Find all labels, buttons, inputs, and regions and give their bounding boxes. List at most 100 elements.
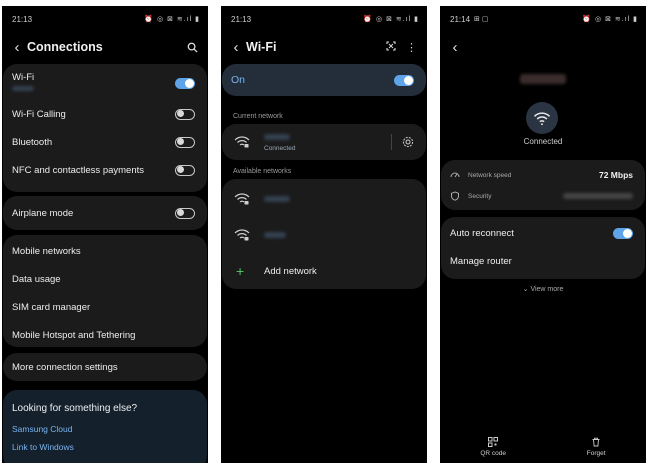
forget-button[interactable]: Forget bbox=[587, 437, 606, 457]
wifi-on-label: On bbox=[231, 74, 246, 86]
bluetooth-toggle[interactable] bbox=[175, 136, 195, 148]
manage-router-row[interactable]: Manage router bbox=[450, 253, 633, 269]
current-network-name-blurred bbox=[264, 134, 290, 140]
status-notif-icons: ⊞ ▢ bbox=[474, 16, 489, 23]
wifi-master-toggle[interactable] bbox=[394, 74, 414, 86]
status-bar: 21:13 ⏰ ◎ ⊠ ≋.ıl ▮ bbox=[231, 13, 419, 25]
data-usage-row[interactable]: Data usage bbox=[12, 271, 195, 287]
wireless-group: Wi-Fi Wi-Fi Calling Bluetooth NFC and co… bbox=[3, 64, 207, 192]
auto-reconnect-toggle[interactable] bbox=[613, 227, 633, 239]
trash-icon bbox=[592, 437, 600, 447]
qr-code-button[interactable]: QR code bbox=[480, 437, 506, 457]
back-arrow-icon[interactable]: ‹ bbox=[10, 39, 24, 56]
wifi-screen: 21:13 ⏰ ◎ ⊠ ≋.ıl ▮ ‹ Wi-Fi ⋮ On Current … bbox=[221, 6, 427, 463]
wifi-master-row[interactable]: On bbox=[231, 72, 414, 88]
airplane-group: Airplane mode bbox=[3, 196, 207, 230]
data-usage-label: Data usage bbox=[12, 273, 61, 285]
wifi-calling-row[interactable]: Wi-Fi Calling bbox=[12, 106, 195, 122]
available-network-row[interactable] bbox=[234, 225, 414, 245]
wifi-row[interactable]: Wi-Fi bbox=[12, 72, 195, 94]
samsung-cloud-link[interactable]: Samsung Cloud bbox=[12, 424, 72, 434]
header: ‹ Wi-Fi ⋮ bbox=[221, 36, 427, 58]
shield-icon bbox=[451, 191, 459, 201]
status-bar: 21:14 ⊞ ▢ ⏰ ◎ ⊠ ≋.ıl ▮ bbox=[450, 13, 638, 25]
wifi-secured-icon bbox=[234, 136, 250, 148]
mobile-networks-row[interactable]: Mobile networks bbox=[12, 243, 195, 259]
sim-manager-row[interactable]: SIM card manager bbox=[12, 299, 195, 315]
auto-reconnect-label: Auto reconnect bbox=[450, 227, 514, 239]
auto-reconnect-row[interactable]: Auto reconnect bbox=[450, 225, 633, 241]
status-icons: ⏰ ◎ ⊠ ≋.ıl ▮ bbox=[363, 16, 419, 23]
manage-router-label: Manage router bbox=[450, 255, 512, 267]
header: ‹ Connections bbox=[2, 36, 208, 58]
wifi-calling-toggle[interactable] bbox=[175, 108, 195, 120]
airplane-row[interactable]: Airplane mode bbox=[12, 205, 195, 221]
scan-qr-icon[interactable] bbox=[386, 40, 396, 54]
qr-code-icon bbox=[488, 437, 499, 447]
current-network-row[interactable]: Connected bbox=[234, 130, 414, 154]
status-time: 21:14 bbox=[450, 14, 471, 24]
wifi-network-name-blurred bbox=[12, 86, 34, 91]
search-icon[interactable] bbox=[187, 42, 198, 53]
status-time: 21:13 bbox=[12, 14, 33, 24]
network-speed-label: Network speed bbox=[468, 171, 512, 179]
suggestions-card: Looking for something else? Samsung Clou… bbox=[3, 390, 207, 463]
available-network-name-blurred bbox=[264, 232, 286, 238]
divider bbox=[391, 134, 392, 150]
hotspot-row[interactable]: Mobile Hotspot and Tethering bbox=[12, 327, 195, 343]
wifi-secured-icon bbox=[234, 229, 250, 241]
network-info-card: Network speed 72 Mbps Security bbox=[441, 160, 645, 210]
available-network-name-blurred bbox=[264, 196, 290, 202]
network-speed-row: Network speed 72 Mbps bbox=[450, 168, 633, 182]
hotspot-label: Mobile Hotspot and Tethering bbox=[12, 329, 136, 341]
more-settings-group: More connection settings bbox=[3, 353, 207, 381]
connected-status: Connected bbox=[523, 137, 563, 146]
network-details-screen: 21:14 ⊞ ▢ ⏰ ◎ ⊠ ≋.ıl ▮ ‹ Connected Netwo… bbox=[440, 6, 646, 463]
sim-manager-label: SIM card manager bbox=[12, 301, 91, 313]
network-settings-gear-icon[interactable] bbox=[402, 136, 414, 148]
back-arrow-icon[interactable]: ‹ bbox=[229, 39, 243, 56]
add-network-row[interactable]: + Add network bbox=[236, 261, 414, 281]
nfc-toggle[interactable] bbox=[175, 164, 195, 176]
airplane-toggle[interactable] bbox=[175, 207, 195, 219]
add-network-label: Add network bbox=[264, 265, 317, 277]
link-to-windows-link[interactable]: Link to Windows bbox=[12, 442, 74, 452]
nfc-label: NFC and contactless payments bbox=[12, 164, 145, 176]
network-name-blurred bbox=[520, 74, 566, 84]
bluetooth-label: Bluetooth bbox=[12, 136, 53, 148]
more-options-icon[interactable]: ⋮ bbox=[406, 41, 417, 54]
wifi-calling-label: Wi-Fi Calling bbox=[12, 108, 66, 120]
wifi-toggle[interactable] bbox=[175, 77, 195, 89]
wifi-secured-icon bbox=[234, 193, 250, 205]
network-speed-value: 72 Mbps bbox=[598, 170, 633, 180]
status-bar: 21:13 ⏰ ◎ ⊠ ≋.ıl ▮ bbox=[12, 13, 200, 25]
status-time: 21:13 bbox=[231, 14, 252, 24]
available-networks-card: + Add network bbox=[222, 179, 426, 289]
page-title: Wi-Fi bbox=[246, 40, 277, 54]
bottom-action-bar: QR code Forget bbox=[440, 437, 646, 457]
chevron-down-icon: ⌄ bbox=[522, 286, 529, 293]
back-arrow-icon[interactable]: ‹ bbox=[448, 39, 462, 56]
security-row: Security bbox=[450, 189, 633, 203]
available-networks-label: Available networks bbox=[233, 168, 292, 175]
page-title: Connections bbox=[27, 40, 103, 54]
mobile-group: Mobile networks Data usage SIM card mana… bbox=[3, 235, 207, 347]
speedometer-icon bbox=[450, 172, 460, 178]
more-settings-label: More connection settings bbox=[12, 361, 118, 373]
wifi-master-card: On bbox=[222, 64, 426, 96]
bluetooth-row[interactable]: Bluetooth bbox=[12, 134, 195, 150]
suggestions-heading: Looking for something else? bbox=[12, 403, 138, 414]
connections-screen: 21:13 ⏰ ◎ ⊠ ≋.ıl ▮ ‹ Connections Wi-Fi W… bbox=[2, 6, 208, 463]
wifi-connected-icon bbox=[526, 102, 558, 134]
qr-code-label: QR code bbox=[480, 450, 507, 457]
current-network-status: Connected bbox=[264, 145, 296, 152]
view-more-label: View more bbox=[530, 286, 564, 293]
status-icons: ⏰ ◎ ⊠ ≋.ıl ▮ bbox=[144, 16, 200, 23]
more-settings-row[interactable]: More connection settings bbox=[12, 359, 195, 375]
available-network-row[interactable] bbox=[234, 189, 414, 209]
header: ‹ bbox=[440, 36, 646, 58]
view-more-button[interactable]: ⌄ View more bbox=[440, 285, 646, 293]
nfc-row[interactable]: NFC and contactless payments bbox=[12, 162, 195, 178]
mobile-networks-label: Mobile networks bbox=[12, 245, 81, 257]
security-value-blurred bbox=[563, 193, 633, 199]
